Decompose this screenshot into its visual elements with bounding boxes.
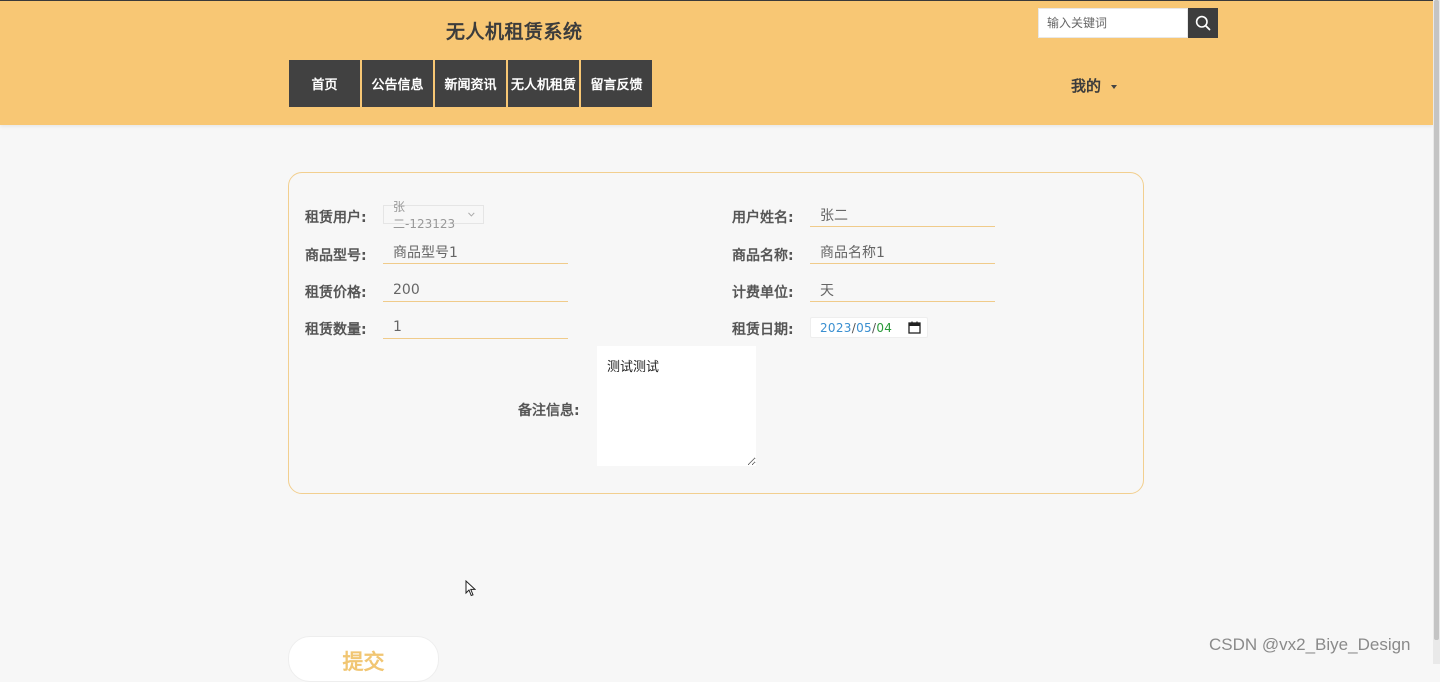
nav-item-feedback[interactable]: 留言反馈 — [581, 60, 652, 107]
remark-label: 备注信息: — [518, 403, 580, 419]
rent-price-field[interactable] — [383, 278, 568, 302]
remark-textarea[interactable]: 测试测试 — [597, 346, 756, 466]
search-button[interactable] — [1188, 8, 1218, 38]
rent-quantity-label: 租赁数量: — [305, 322, 367, 338]
scrollbar-thumb[interactable] — [1434, 0, 1439, 640]
rent-user-label: 租赁用户: — [305, 210, 367, 226]
header: 无人机租赁系统 首页 公告信息 新闻资讯 无人机租赁 留言反馈 我的 — [0, 0, 1433, 125]
cursor-icon — [465, 580, 476, 597]
submit-button[interactable]: 提交 — [288, 636, 439, 682]
billing-unit-field[interactable] — [810, 278, 995, 302]
watermark: CSDN @vx2_Biye_Design — [1209, 635, 1411, 654]
rent-date-value: 2023/05/04 — [820, 320, 893, 335]
site-title: 无人机租赁系统 — [446, 21, 583, 43]
product-model-label: 商品型号: — [305, 248, 367, 264]
page-scrollbar[interactable] — [1433, 0, 1440, 664]
nav-item-news[interactable]: 新闻资讯 — [435, 60, 506, 107]
caret-down-icon — [1111, 84, 1118, 89]
product-name-field[interactable] — [810, 240, 995, 264]
product-model-field[interactable] — [383, 240, 568, 264]
calendar-icon[interactable] — [908, 321, 921, 334]
nav-item-announcements[interactable]: 公告信息 — [362, 60, 433, 107]
user-name-field[interactable] — [810, 203, 995, 227]
rent-date-label: 租赁日期: — [732, 322, 794, 338]
chevron-down-icon — [468, 212, 475, 217]
rent-quantity-field[interactable] — [383, 315, 568, 339]
search-input[interactable] — [1038, 8, 1188, 38]
product-name-label: 商品名称: — [732, 248, 794, 264]
user-menu[interactable]: 我的 — [1071, 75, 1118, 96]
rent-date-field[interactable]: 2023/05/04 — [810, 317, 928, 338]
rent-user-value: 张二-123123 — [393, 199, 456, 231]
user-name-label: 用户姓名: — [732, 210, 794, 226]
user-menu-label: 我的 — [1071, 77, 1102, 95]
billing-unit-label: 计费单位: — [732, 285, 794, 301]
nav-item-home[interactable]: 首页 — [289, 60, 360, 107]
rental-form: 租赁用户: 张二-123123 用户姓名: 商品型号: 商品名称: 租赁价格: … — [288, 172, 1144, 494]
rent-price-label: 租赁价格: — [305, 285, 367, 301]
search-icon — [1195, 15, 1211, 31]
rent-user-select[interactable]: 张二-123123 — [383, 200, 484, 231]
nav-item-drone-rental[interactable]: 无人机租赁 — [508, 60, 579, 107]
main-nav: 首页 公告信息 新闻资讯 无人机租赁 留言反馈 — [289, 60, 652, 107]
search-box — [1038, 8, 1218, 38]
